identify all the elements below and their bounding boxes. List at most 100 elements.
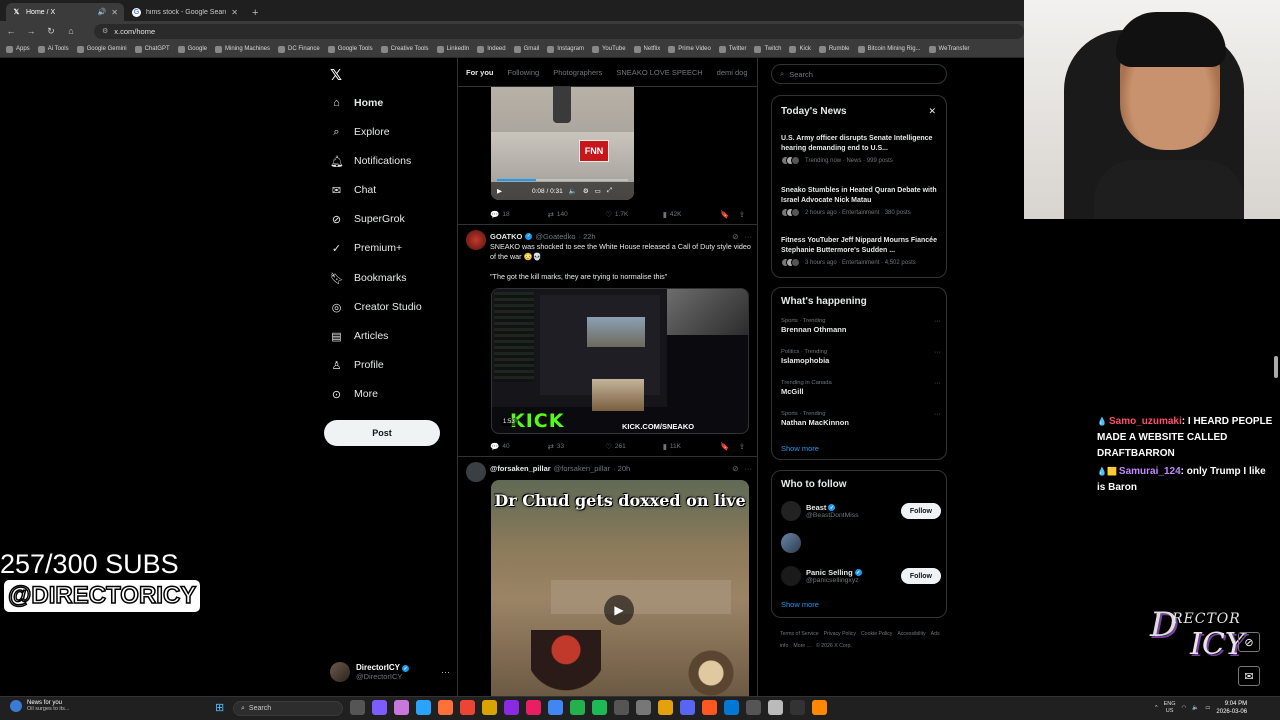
news-item[interactable]: U.S. Army officer disrupts Senate Intell… xyxy=(781,134,941,165)
author-name[interactable]: GOATKO xyxy=(490,232,522,241)
trend-item[interactable]: Sports · Trending Brennan Othmann ··· xyxy=(781,318,941,334)
tab-demi-dog[interactable]: demi dog xyxy=(717,68,748,77)
footer-link[interactable]: © 2026 X Corp. xyxy=(816,643,852,649)
share-icon[interactable]: ⇪ xyxy=(739,210,745,219)
app-icon[interactable] xyxy=(592,700,607,715)
site-info-icon[interactable]: ⚙ xyxy=(102,27,108,35)
grok-icon[interactable]: ⊘ xyxy=(1238,632,1260,652)
bookmark-item[interactable]: Rumble xyxy=(818,45,850,53)
home-icon[interactable]: ⌂ xyxy=(66,26,76,36)
back-icon[interactable]: ← xyxy=(6,26,16,36)
pip-icon[interactable]: ▭ xyxy=(595,187,601,195)
tab-following[interactable]: Following xyxy=(508,68,540,77)
app-icon[interactable] xyxy=(768,700,783,715)
bookmark-item[interactable]: Twitch xyxy=(754,45,781,53)
app-icon[interactable] xyxy=(438,700,453,715)
search-input[interactable]: ⌕ Search xyxy=(771,64,947,84)
tab-photographers[interactable]: Photographers xyxy=(553,68,602,77)
like-button[interactable]: ♡ 261 xyxy=(605,442,663,451)
show-more-link[interactable]: Show more xyxy=(781,600,819,609)
views-button[interactable]: ▮ 42K xyxy=(663,210,721,219)
more-dots-icon[interactable]: ··· xyxy=(934,411,941,418)
app-icon[interactable] xyxy=(460,700,475,715)
author-handle[interactable]: @forsaken_pillar xyxy=(554,464,610,473)
account-switcher[interactable]: DirectorICY ✓ @DirectorICY ··· xyxy=(330,661,450,683)
app-icon[interactable] xyxy=(680,700,695,715)
nav-item-more[interactable]: ⊙ More xyxy=(330,383,378,405)
taskbar-search[interactable]: ⌕ Search xyxy=(233,701,343,716)
nav-item-premium[interactable]: ✓ Premium+ xyxy=(330,237,402,259)
app-icon[interactable] xyxy=(614,700,629,715)
grok-icon[interactable]: ⊘ xyxy=(732,464,738,473)
author-name[interactable]: @forsaken_pillar xyxy=(490,464,551,473)
battery-icon[interactable]: ▭ xyxy=(1205,705,1210,711)
volume-icon[interactable]: 🔈 xyxy=(1192,705,1199,711)
bookmark-item[interactable]: Apps xyxy=(6,45,30,53)
app-icon[interactable] xyxy=(812,700,827,715)
follow-suggestion[interactable]: Beast ✓ @BeastDontMiss Follow xyxy=(781,500,941,522)
video-progress[interactable] xyxy=(497,179,628,181)
app-icon[interactable] xyxy=(746,700,761,715)
scrollbar[interactable] xyxy=(1274,356,1278,378)
more-dots-icon[interactable]: ··· xyxy=(745,464,753,473)
more-dots-icon[interactable]: ··· xyxy=(441,667,450,677)
post-video[interactable]: KICK KICK.COM/SNEAKO 1:53 xyxy=(491,288,749,434)
clock[interactable]: 9:04 PM 2026-03-06 xyxy=(1216,700,1247,716)
more-dots-icon[interactable]: ··· xyxy=(745,232,753,241)
play-icon[interactable]: ▶ xyxy=(604,595,634,625)
footer-link[interactable]: Cookie Policy xyxy=(861,631,892,637)
bookmark-item[interactable]: Twitter xyxy=(718,45,746,53)
bookmark-item[interactable]: Instagram xyxy=(547,45,584,53)
bookmark-item[interactable]: Kick xyxy=(789,45,811,53)
nav-item-articles[interactable]: ▤ Articles xyxy=(330,325,388,347)
play-icon[interactable]: ▶ xyxy=(497,187,502,195)
nav-item-bookmarks[interactable]: 🔖︎ Bookmarks xyxy=(330,267,407,289)
nav-item-creator-studio[interactable]: ◎ Creator Studio xyxy=(330,296,422,318)
app-icon[interactable] xyxy=(350,700,365,715)
close-icon[interactable]: ✕ xyxy=(111,8,118,17)
app-icon[interactable] xyxy=(548,700,563,715)
follow-suggestion-avatar[interactable] xyxy=(781,532,941,554)
nav-item-supergrok[interactable]: ⊘ SuperGrok xyxy=(330,208,405,230)
share-icon[interactable]: ⇪ xyxy=(739,442,745,451)
new-tab-button[interactable]: + xyxy=(246,7,264,21)
follow-button[interactable]: Follow xyxy=(900,568,941,584)
reload-icon[interactable]: ↻ xyxy=(46,26,56,37)
news-item[interactable]: Fitness YouTuber Jeff Nippard Mourns Fia… xyxy=(781,236,941,267)
bookmark-item[interactable]: Google Tools xyxy=(327,45,373,53)
app-icon[interactable] xyxy=(416,700,431,715)
bookmark-item[interactable]: Gmail xyxy=(513,45,539,53)
avatar[interactable] xyxy=(466,462,486,482)
app-icon[interactable] xyxy=(526,700,541,715)
wifi-icon[interactable]: ◠ xyxy=(1182,705,1187,711)
repost-button[interactable]: ⇄ 33 xyxy=(548,442,606,451)
bookmark-item[interactable]: Ai Tools xyxy=(37,45,69,53)
news-item[interactable]: Sneako Stumbles in Heated Quran Debate w… xyxy=(781,186,941,217)
bookmark-item[interactable]: Creative Tools xyxy=(380,45,429,53)
speaker-icon[interactable]: 🔊 xyxy=(98,8,107,16)
app-icon[interactable] xyxy=(658,700,673,715)
fullscreen-icon[interactable]: ⤢ xyxy=(607,187,612,195)
more-dots-icon[interactable]: ··· xyxy=(934,380,941,387)
tab-for-you[interactable]: For you xyxy=(466,68,494,86)
reply-button[interactable]: 💬 40 xyxy=(490,442,548,451)
footer-link[interactable]: Privacy Policy xyxy=(824,631,856,637)
windows-start-icon[interactable]: ⊞ xyxy=(215,702,227,714)
bookmark-item[interactable]: Mining Machines xyxy=(215,45,270,53)
app-icon[interactable] xyxy=(482,700,497,715)
bookmark-item[interactable]: Netflix xyxy=(633,45,660,53)
chevron-up-icon[interactable]: ^ xyxy=(1155,705,1158,711)
post-time[interactable]: · 22h xyxy=(579,232,596,241)
volume-icon[interactable]: 🔈 xyxy=(569,187,577,195)
language-indicator[interactable]: ENG US xyxy=(1164,701,1176,715)
trend-item[interactable]: Sports · Trending Nathan MacKinnon ··· xyxy=(781,411,941,427)
follow-suggestion[interactable]: Panic Selling ✓ @panicsellingxyz Follow xyxy=(781,565,941,587)
nav-item-home[interactable]: ⌂ Home xyxy=(330,92,383,114)
bookmark-item[interactable]: ChatGPT xyxy=(134,45,170,53)
url-input[interactable]: ⚙ x.com/home xyxy=(94,23,1024,39)
nav-item-notifications[interactable]: 🔔︎ Notifications xyxy=(330,150,411,172)
repost-button[interactable]: ⇄ 140 xyxy=(548,210,606,219)
app-icon[interactable] xyxy=(636,700,651,715)
grok-icon[interactable]: ⊘ xyxy=(732,232,738,241)
follow-button[interactable]: Follow xyxy=(900,503,941,519)
